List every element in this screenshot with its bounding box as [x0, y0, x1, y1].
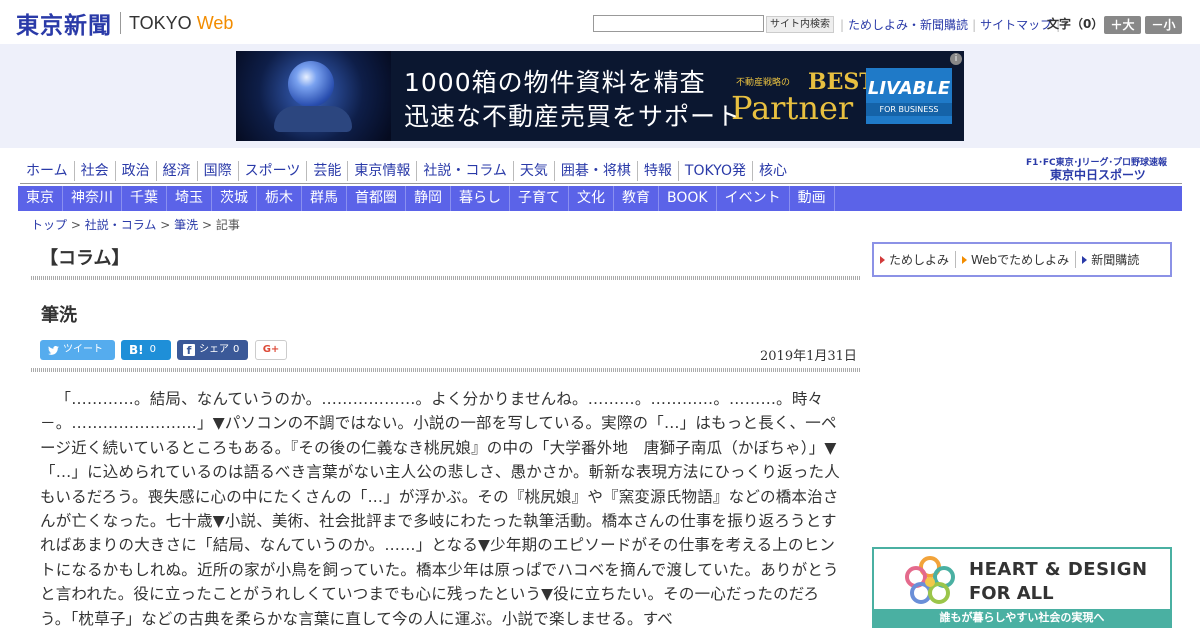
hatena-count: 0 — [149, 344, 156, 355]
breadcrumb: トップ > 社説・コラム > 筆洗 > 記事 — [31, 218, 240, 232]
subnav-item[interactable]: 埼玉 — [167, 186, 212, 211]
nav-divider — [20, 183, 1182, 184]
chunichi-sports-logo[interactable]: 東京中日スポーツ — [1050, 166, 1146, 183]
breadcrumb-top[interactable]: トップ — [31, 218, 67, 232]
font-size-label: 文字（0） — [1047, 17, 1104, 31]
triangle-icon — [880, 255, 885, 264]
tweet-label: ツイート — [63, 344, 103, 355]
nav-item-sports[interactable]: スポーツ — [239, 161, 308, 181]
ad-headline-2: 迅速な不動産売買をサポート — [404, 102, 743, 131]
site-header: 東京新聞 TOKYO Web サイト内検索 | ためしよみ・新聞購読 | サイト… — [0, 0, 1200, 44]
triangle-icon — [1082, 255, 1088, 264]
subnav-item[interactable]: 静岡 — [406, 186, 451, 211]
hatena-icon: B! — [129, 343, 144, 357]
subnav-item[interactable]: 栃木 — [257, 186, 302, 211]
subnav-item[interactable]: 東京 — [18, 186, 63, 211]
subnav-item[interactable]: BOOK — [659, 186, 717, 211]
ad-livable-sub: FOR BUSINESS — [866, 103, 952, 116]
link-web-trial-read[interactable]: Webでためしよみ — [956, 251, 1077, 268]
ad-headline-1: 1000箱の物件資料を精査 — [404, 68, 706, 97]
subscription-links: ためしよみ Webでためしよみ 新聞購読 — [872, 242, 1172, 277]
subnav-item[interactable]: 文化 — [569, 186, 614, 211]
nav-item-society[interactable]: 社会 — [75, 161, 116, 181]
subnav-item[interactable]: 神奈川 — [63, 186, 122, 211]
triangle-icon — [962, 255, 968, 264]
nav-item-editorial[interactable]: 社説・コラム — [417, 161, 514, 181]
subnav-item[interactable]: 動画 — [790, 186, 835, 211]
google-plus-button[interactable]: G+ — [255, 340, 287, 360]
hands-icon — [274, 106, 352, 132]
subnav-item[interactable]: 茨城 — [212, 186, 257, 211]
link-trial-read[interactable]: ためしよみ — [874, 251, 957, 268]
subnav-item[interactable]: 教育 — [614, 186, 659, 211]
nav-item-economy[interactable]: 経済 — [157, 161, 198, 181]
banner-caption: 誰もが暮らしやすい社会の実現へ — [874, 609, 1170, 626]
nav-item-politics[interactable]: 政治 — [116, 161, 157, 181]
column-heading: 【コラム】 — [40, 248, 130, 269]
font-size-down-button[interactable]: －小 — [1145, 16, 1182, 34]
subnav-item[interactable]: イベント — [717, 186, 790, 211]
header-links: | ためしよみ・新聞購読 | サイトマップ | — [840, 16, 1061, 33]
facebook-count: 0 — [233, 344, 240, 355]
ad-partner: Partner — [731, 89, 854, 127]
nav-item-entertainment[interactable]: 芸能 — [307, 161, 349, 181]
breadcrumb-column[interactable]: 筆洗 — [174, 218, 198, 232]
article-body: 「…………。結局、なんていうのか。………………。よく分かりませんね。………。……… — [40, 390, 840, 628]
banner-title-1: HEART & DESIGN — [969, 559, 1148, 580]
main-nav: ホーム 社会 政治 経済 国際 スポーツ 芸能 東京情報 社説・コラム 天気 囲… — [20, 160, 793, 182]
logo-tokyo: TOKYO — [129, 12, 192, 33]
site-logo[interactable]: 東京新聞 TOKYO Web — [16, 9, 234, 39]
logo-web: Web — [196, 12, 234, 33]
article-divider — [31, 368, 860, 372]
article-title: 筆洗 — [41, 305, 77, 326]
banner-title-2: FOR ALL — [969, 583, 1054, 604]
facebook-share-label: シェア — [199, 344, 229, 355]
ad-info-icon[interactable]: i — [950, 53, 962, 65]
link-trial-subscribe[interactable]: ためしよみ・新聞購読 — [848, 16, 968, 33]
subnav-item[interactable]: 暮らし — [451, 186, 510, 211]
nav-item-tokyo-hatsu[interactable]: TOKYO発 — [679, 161, 753, 181]
banner-ad[interactable]: 1000箱の物件資料を精査 迅速な不動産売買をサポート 不動産戦略の BEST … — [236, 51, 964, 141]
site-search-input[interactable] — [593, 15, 764, 32]
font-size-up-button[interactable]: ＋大 — [1104, 16, 1141, 34]
ad-best-caption: 不動産戦略の — [736, 78, 791, 88]
ad-livable-name: LIVABLE — [867, 78, 951, 99]
nav-item-tokyo-info[interactable]: 東京情報 — [348, 161, 418, 181]
nav-item-go-shogi[interactable]: 囲碁・将棋 — [555, 161, 638, 181]
facebook-share-button[interactable]: f シェア 0 — [177, 340, 248, 360]
logo-divider — [120, 12, 121, 34]
logo-kanji: 東京新聞 — [16, 12, 112, 39]
nav-item-world[interactable]: 国際 — [198, 161, 239, 181]
link-sitemap[interactable]: サイトマップ — [980, 16, 1052, 33]
crystal-ball-icon — [288, 61, 334, 107]
nav-item-kakushin[interactable]: 核心 — [753, 161, 793, 181]
article-date: 2019年1月31日 — [760, 349, 857, 364]
heading-divider — [31, 276, 860, 280]
subnav-item[interactable]: 群馬 — [302, 186, 347, 211]
facebook-icon: f — [183, 344, 195, 357]
twitter-bird-icon — [48, 345, 59, 355]
sub-nav: 東京 神奈川 千葉 埼玉 茨城 栃木 群馬 首都圏 静岡 暮らし 子育て 文化 … — [18, 186, 1182, 211]
site-search-button[interactable]: サイト内検索 — [766, 16, 834, 33]
hatena-bookmark-button[interactable]: B! 0 — [121, 340, 171, 360]
breadcrumb-section[interactable]: 社説・コラム — [85, 218, 157, 232]
flower-logo-icon — [905, 556, 955, 604]
nav-item-weather[interactable]: 天気 — [514, 161, 555, 181]
ad-image — [236, 51, 391, 141]
subnav-item[interactable]: 千葉 — [122, 186, 167, 211]
subnav-item[interactable]: 首都圏 — [347, 186, 406, 211]
heart-design-banner[interactable]: HEART & DESIGN FOR ALL 誰もが暮らしやすい社会の実現へ — [872, 547, 1172, 628]
tweet-button[interactable]: ツイート — [40, 340, 115, 360]
nav-item-home[interactable]: ホーム — [20, 161, 75, 181]
ad-livable-logo: LIVABLE FOR BUSINESS — [866, 68, 952, 124]
link-subscribe[interactable]: 新聞購読 — [1076, 251, 1145, 268]
subnav-item[interactable]: 子育て — [510, 186, 569, 211]
nav-item-tokuho[interactable]: 特報 — [638, 161, 679, 181]
breadcrumb-current: 記事 — [215, 218, 240, 232]
